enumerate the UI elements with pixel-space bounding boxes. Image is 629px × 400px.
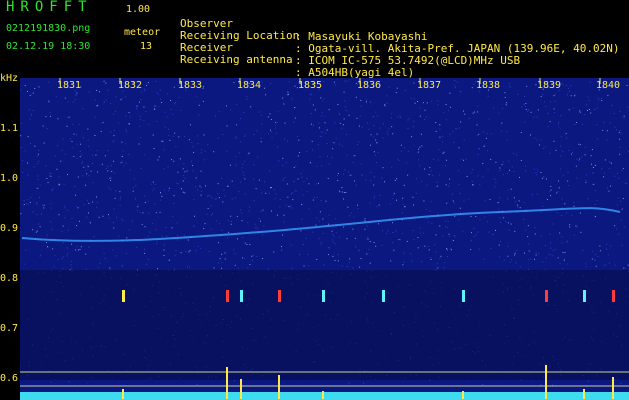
y-tick: 1.0 [0,173,19,184]
meteor-echo [240,290,243,302]
meteor-echo [382,290,385,302]
datetime: 02.12.19 18:30 [6,41,91,52]
x-tick: 1838 [476,80,501,91]
signal-peak [462,391,464,399]
signal-peak [226,367,228,399]
x-tick: 1839 [537,80,562,91]
signal-peak [612,377,614,399]
signal-peak [122,389,124,399]
y-axis-unit: kHz [0,73,19,84]
meteor-echo [583,290,586,302]
signal-peak [545,365,547,399]
x-tick: 1835 [298,80,323,91]
x-tick: 1832 [118,80,143,91]
y-tick: 0.8 [0,273,19,284]
meteor-echo [278,290,281,302]
x-tick: 1834 [237,80,262,91]
y-tick: 0.6 [0,373,19,384]
x-tick: 1831 [57,80,82,91]
x-tick: 1833 [178,80,203,91]
meteor-echo [545,290,548,302]
y-tick: 0.9 [0,223,19,234]
signal-peak [322,391,324,399]
meteor-label: meteor [124,27,161,38]
meteor-echo [322,290,325,302]
meteor-echo [226,290,229,302]
meteor-echo [612,290,615,302]
hrofft-window: HROFFT 1.00 0212191830.png 02.12.19 18:3… [0,0,629,400]
app-title: HROFFT [6,0,93,15]
app-version: 1.00 [126,4,151,15]
info-value: : A504HB(yagi 4el) [295,66,415,79]
y-tick: 1.1 [0,123,19,134]
signal-peak [278,375,280,399]
signal-peak [240,379,242,399]
meteor-echo [122,290,125,302]
filename: 0212191830.png [6,23,91,34]
x-tick: 1840 [596,80,621,91]
x-tick: 1836 [357,80,382,91]
meteor-count: 13 [140,41,153,52]
info-label: Receiving antenna [180,53,293,66]
x-tick: 1837 [417,80,442,91]
y-tick: 0.7 [0,323,19,334]
signal-peak [583,389,585,399]
meteor-echo [462,290,465,302]
